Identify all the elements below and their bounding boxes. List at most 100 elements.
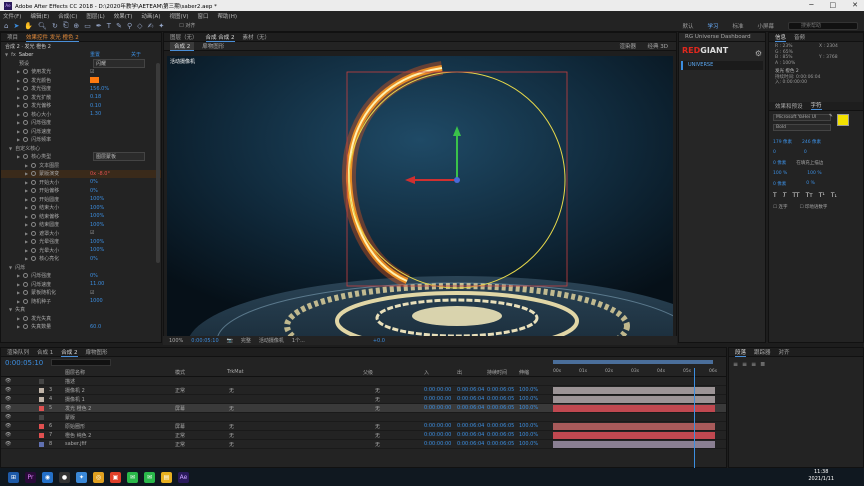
all-caps-button[interactable]: TT <box>792 192 799 199</box>
stroke-width-value[interactable]: 0 像素 <box>773 160 786 166</box>
horizontal-scale-value[interactable]: 100 % <box>807 171 821 176</box>
expand-triangle-icon[interactable]: ▶ <box>17 154 20 159</box>
menu-animation[interactable]: 动画(A) <box>141 12 160 20</box>
fx-saber-row[interactable]: ▼ fx Saber 重置 关于 <box>1 51 161 60</box>
leading-value[interactable]: 246 像素 <box>802 139 821 145</box>
expand-triangle-icon[interactable]: ▶ <box>25 180 28 185</box>
stopwatch-icon[interactable] <box>23 94 29 100</box>
stopwatch-icon[interactable] <box>23 103 29 109</box>
menu-help[interactable]: 帮助(H) <box>218 12 237 20</box>
layer-trkmat-dropdown[interactable]: 无 <box>229 405 234 412</box>
visibility-eye-icon[interactable]: 👁 <box>5 432 11 438</box>
stopwatch-icon[interactable] <box>31 205 37 211</box>
stopwatch-icon[interactable] <box>23 154 29 160</box>
layer-duration[interactable]: 0:00:06:05 <box>487 405 514 411</box>
tab-tracker[interactable]: 跟踪器 <box>754 348 771 356</box>
label-color-swatch[interactable] <box>39 378 44 384</box>
menu-effect[interactable]: 效果(T) <box>114 12 133 20</box>
visibility-eye-icon[interactable]: 👁 <box>5 387 11 393</box>
effect-property-value[interactable]: 0.18 <box>90 94 101 100</box>
stroke-mode-dropdown[interactable]: 在填充上描边 <box>796 160 823 166</box>
tab-character[interactable]: 字符 <box>810 101 822 110</box>
layer-duration[interactable]: 0:00:06:05 <box>487 396 514 402</box>
layer-name[interactable]: 发光 橙色 2 <box>65 405 91 412</box>
composition-canvas[interactable]: 活动摄像机 <box>167 56 673 336</box>
subscript-button[interactable]: T₁ <box>831 192 837 199</box>
label-color-swatch[interactable] <box>39 423 44 429</box>
effect-property-row[interactable]: ▶ 结束圆度 100% <box>1 221 161 230</box>
expand-triangle-icon[interactable]: ▶ <box>17 316 20 321</box>
tab-render-queue[interactable]: 渲染队列 <box>7 348 29 356</box>
camera-tool-icon[interactable]: ⎗ <box>63 21 69 30</box>
visibility-eye-icon[interactable]: 👁 <box>5 414 11 420</box>
tab-layer[interactable]: 图层（无） <box>170 33 198 41</box>
tab-effect-controls[interactable]: 效果控件 发光 橙色 2 <box>26 33 79 42</box>
effect-property-row[interactable]: ▶ 开始偏移 0% <box>1 187 161 196</box>
layer-name[interactable]: 描述 <box>65 378 75 385</box>
layer-mode-dropdown[interactable]: 正常 <box>175 432 185 439</box>
effect-checkbox[interactable]: ☑ <box>90 69 94 75</box>
menu-window[interactable]: 窗口 <box>198 12 209 20</box>
views-dropdown[interactable]: 1个... <box>292 337 305 344</box>
preset-dropdown[interactable]: 闪耀 <box>93 58 145 68</box>
visibility-eye-icon[interactable]: 👁 <box>5 378 11 384</box>
expand-triangle-icon[interactable]: ▶ <box>17 137 20 142</box>
tab-effects-presets[interactable]: 效果和预设 <box>775 102 803 110</box>
label-color-swatch[interactable] <box>39 405 44 411</box>
layer-out-time[interactable]: 0:00:06:04 <box>457 441 484 447</box>
tab-paragraph[interactable]: 段落 <box>735 348 747 357</box>
layer-row[interactable]: 👁 蒙版 <box>1 413 726 422</box>
stopwatch-icon[interactable] <box>31 239 37 245</box>
expand-triangle-icon[interactable]: ▶ <box>17 324 20 329</box>
effect-property-row[interactable]: ▶ 发光偏移 0.10 <box>1 102 161 111</box>
layer-stretch[interactable]: 100.0% <box>519 387 538 393</box>
layer-row[interactable]: 👁 3 摄像机 2 正常 无 无 0:00:00:00 0:00:06:04 0:00:06:0… <box>1 386 726 395</box>
effect-property-row[interactable]: ▶ 闪烁强度 0% <box>1 272 161 281</box>
layer-duration[interactable]: 0:00:06:05 <box>487 441 514 447</box>
layer-parent-dropdown[interactable]: 无 <box>375 432 380 439</box>
tracking-value[interactable]: 0 <box>804 150 807 155</box>
layer-duration[interactable]: 0:00:06:05 <box>487 423 514 429</box>
camera-snap-icon[interactable]: 📷 <box>227 338 233 344</box>
zoom-tool-icon[interactable]: 🔍︎ <box>38 22 47 30</box>
layer-in-time[interactable]: 0:00:00:00 <box>424 423 451 429</box>
effect-property-row[interactable]: ▶ 失真数量 60.0 <box>1 323 161 332</box>
layer-trkmat-dropdown[interactable]: 无 <box>229 441 234 448</box>
effect-property-value[interactable]: 0% <box>90 188 98 194</box>
layer-number[interactable]: 4 <box>49 396 52 402</box>
expand-triangle-icon[interactable]: ▼ <box>5 52 8 57</box>
workspace-standard[interactable]: 标准 <box>732 22 743 30</box>
justify-icon[interactable]: ≣ <box>760 361 765 368</box>
layer-number[interactable]: 7 <box>49 432 52 438</box>
menu-view[interactable]: 视图(V) <box>169 12 188 20</box>
effect-property-value[interactable]: 156.0% <box>90 86 109 92</box>
expand-triangle-icon[interactable]: ▶ <box>25 256 28 261</box>
hand-tool-icon[interactable]: ✋ <box>24 22 33 30</box>
tab-align[interactable]: 对齐 <box>779 348 790 356</box>
layer-trkmat-dropdown[interactable]: 无 <box>229 423 234 430</box>
effect-property-value[interactable]: 100% <box>90 247 104 253</box>
stopwatch-icon[interactable] <box>23 324 29 330</box>
playhead[interactable] <box>694 368 695 468</box>
ligatures-checkbox[interactable]: ☐ 连字 <box>773 204 787 210</box>
viewer-time[interactable]: 0:00:05:10 <box>191 338 218 344</box>
layer-duration-bar[interactable] <box>553 387 715 394</box>
kern-value[interactable]: 0 <box>773 150 776 155</box>
vertical-scale-value[interactable]: 100 % <box>773 171 787 176</box>
layer-duration[interactable]: 0:00:06:05 <box>487 432 514 438</box>
effect-property-value[interactable]: 0.10 <box>90 103 101 109</box>
stopwatch-icon[interactable] <box>31 247 37 253</box>
layer-trkmat-dropdown[interactable]: 无 <box>229 432 234 439</box>
camera-dropdown[interactable]: 活动摄像机 <box>259 337 284 344</box>
baseline-shift-value[interactable]: 0 像素 <box>773 181 786 187</box>
puppet-tool-icon[interactable]: ✦ <box>158 22 164 30</box>
effect-property-row[interactable]: ▶ 核心大小 1.30 <box>1 110 161 119</box>
layer-duration-bar[interactable] <box>553 423 715 430</box>
align-center-icon[interactable]: ≡ <box>742 361 747 368</box>
layer-parent-dropdown[interactable]: 无 <box>375 441 380 448</box>
expand-triangle-icon[interactable]: ▼ <box>9 265 12 270</box>
layer-name[interactable]: 蒙版 <box>65 414 75 421</box>
menu-file[interactable]: 文件(F) <box>3 12 21 20</box>
layer-row[interactable]: 👁 7 橙色 纯色 2 正常 无 无 0:00:00:00 0:00:06:04 0:00:06… <box>1 431 726 440</box>
layer-row[interactable]: 👁 描述 <box>1 377 726 386</box>
